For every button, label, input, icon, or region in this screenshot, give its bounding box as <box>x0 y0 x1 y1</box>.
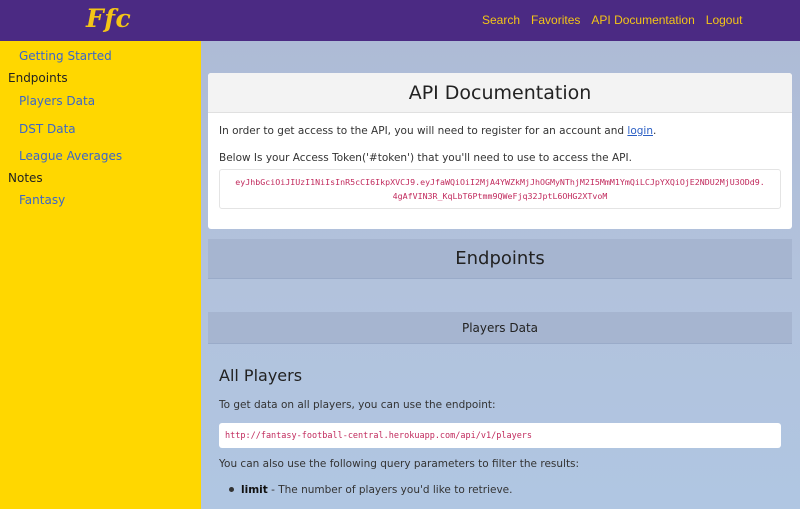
sidebar-item-dst-data[interactable]: DST Data <box>19 122 76 136</box>
nav-favorites-link[interactable]: Favorites <box>531 13 580 27</box>
nav-logout-link[interactable]: Logout <box>706 13 743 27</box>
query-params-text: You can also use the following query par… <box>219 458 580 470</box>
api-doc-card: API Documentation In order to get access… <box>208 73 792 229</box>
login-link[interactable]: login <box>627 125 653 137</box>
main-content: API Documentation In order to get access… <box>201 41 800 509</box>
endpoints-heading: Endpoints <box>208 239 792 279</box>
page-title: API Documentation <box>208 73 792 113</box>
all-players-text: To get data on all players, you can use … <box>219 399 496 411</box>
nav-search-link[interactable]: Search <box>482 13 520 27</box>
nav-links: Search Favorites API Documentation Logou… <box>482 13 742 27</box>
sidebar-heading-endpoints: Endpoints <box>8 71 68 85</box>
sidebar-item-players-data[interactable]: Players Data <box>19 94 95 108</box>
sidebar-heading-notes: Notes <box>8 171 43 185</box>
brand-logo[interactable]: Ffc <box>86 4 131 33</box>
sidebar-item-fantasy[interactable]: Fantasy <box>19 193 65 207</box>
intro-text: In order to get access to the API, you w… <box>219 125 656 137</box>
token-label: Below Is your Access Token('#token') tha… <box>219 152 632 164</box>
sidebar-item-getting-started[interactable]: Getting Started <box>19 49 112 63</box>
param-desc: - The number of players you'd like to re… <box>267 484 513 496</box>
param-name: limit <box>241 484 268 496</box>
endpoint-url-box[interactable]: http://fantasy-football-central.herokuap… <box>219 423 781 448</box>
sidebar: Getting Started Endpoints Players Data D… <box>0 41 201 509</box>
all-players-heading: All Players <box>219 366 303 385</box>
sidebar-item-league-averages[interactable]: League Averages <box>19 149 122 163</box>
top-navbar: Ffc Search Favorites API Documentation L… <box>0 0 800 41</box>
intro-text-body: In order to get access to the API, you w… <box>219 125 625 137</box>
intro-suffix: . <box>653 125 657 137</box>
param-list-item: limit - The number of players you'd like… <box>229 484 512 496</box>
bullet-icon <box>229 486 234 492</box>
access-token-box[interactable]: eyJhbGciOiJIUzI1NiIsInR5cCI6IkpXVCJ9.eyJ… <box>219 169 781 209</box>
players-data-heading: Players Data <box>208 312 792 344</box>
access-token-line-2: 4gAfVIN3R_KqLbT6Ptmm9QWeFjq32JptL6OHG2XT… <box>392 191 608 201</box>
access-token-line-1: eyJhbGciOiJIUzI1NiIsInR5cCI6IkpXVCJ9.eyJ… <box>235 177 765 187</box>
nav-api-docs-link[interactable]: API Documentation <box>591 13 694 27</box>
